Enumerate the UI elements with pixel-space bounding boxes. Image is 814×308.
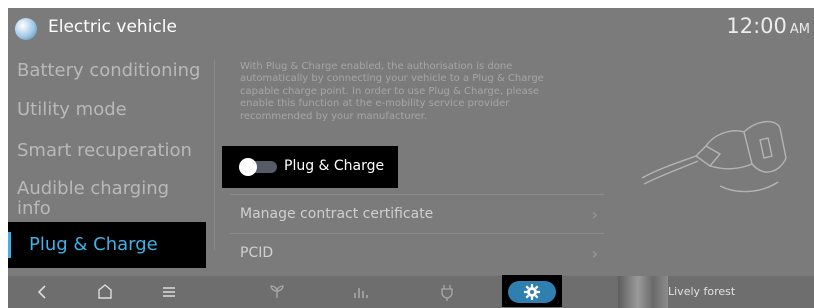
sidebar-item-label: Battery conditioning (17, 60, 201, 81)
sidebar-divider (214, 60, 215, 250)
sidebar-item-label: Smart recuperation (17, 140, 192, 161)
back-icon[interactable] (34, 280, 50, 304)
description-line: With Plug & Charge enabled, the authoris… (240, 61, 513, 72)
description-line: automatically by connecting your vehicle… (240, 73, 544, 85)
chevron-right-icon: › (591, 205, 598, 224)
frame-border-left (0, 0, 8, 308)
row-label: PCID (240, 245, 274, 261)
active-indicator (8, 232, 11, 258)
sidebar-item-audible-charging-info[interactable]: Audible charging info (8, 178, 206, 222)
charging-icon[interactable] (438, 280, 456, 304)
row-label: Manage contract certificate (240, 206, 434, 222)
row-divider (230, 194, 604, 195)
description-line: enable this function at the e-mobility s… (240, 98, 510, 110)
sidebar-item-plug-and-charge[interactable]: Plug & Charge (8, 222, 206, 268)
plug-and-charge-description: With Plug & Charge enabled, the authoris… (240, 61, 596, 123)
clock: 12:00 AM (726, 14, 810, 38)
sidebar-item-label-line2: info (17, 198, 51, 219)
sidebar-item-label-line1: Audible charging (17, 178, 170, 199)
sidebar-item-label: Utility mode (17, 99, 127, 120)
clock-time: 12:00 (726, 14, 787, 38)
eco-icon[interactable] (268, 280, 286, 304)
description-line: capable charge point. In order to use Pl… (240, 85, 540, 97)
chevron-right-icon: › (591, 244, 598, 263)
media-title[interactable]: Lively forest (668, 285, 735, 298)
clock-ampm: AM (789, 22, 810, 37)
manage-contract-certificate-row[interactable]: Manage contract certificate › (230, 196, 604, 234)
settings-icon (524, 284, 540, 300)
description-line: recommended by your manufacturer. (240, 110, 428, 122)
frame-border-top (0, 0, 814, 8)
equalizer-icon[interactable] (351, 280, 369, 304)
pcid-row[interactable]: PCID › (230, 235, 604, 273)
home-icon[interactable] (96, 280, 114, 304)
media-album-art[interactable] (618, 276, 668, 308)
header: Electric vehicle 12:00 AM (8, 8, 814, 48)
charging-plug-illustration (640, 98, 790, 203)
ev-app-icon (15, 18, 37, 40)
toggle-label: Plug & Charge (284, 158, 385, 174)
menu-icon[interactable] (160, 280, 178, 304)
page-title: Electric vehicle (48, 17, 177, 37)
plug-and-charge-toggle[interactable]: Plug & Charge (222, 146, 398, 188)
toggle-knob (239, 158, 257, 176)
sidebar-item-label: Plug & Charge (29, 234, 158, 255)
bottom-nav-bar: Lively forest (8, 275, 814, 308)
settings-button[interactable] (502, 275, 562, 307)
row-divider (230, 233, 604, 234)
